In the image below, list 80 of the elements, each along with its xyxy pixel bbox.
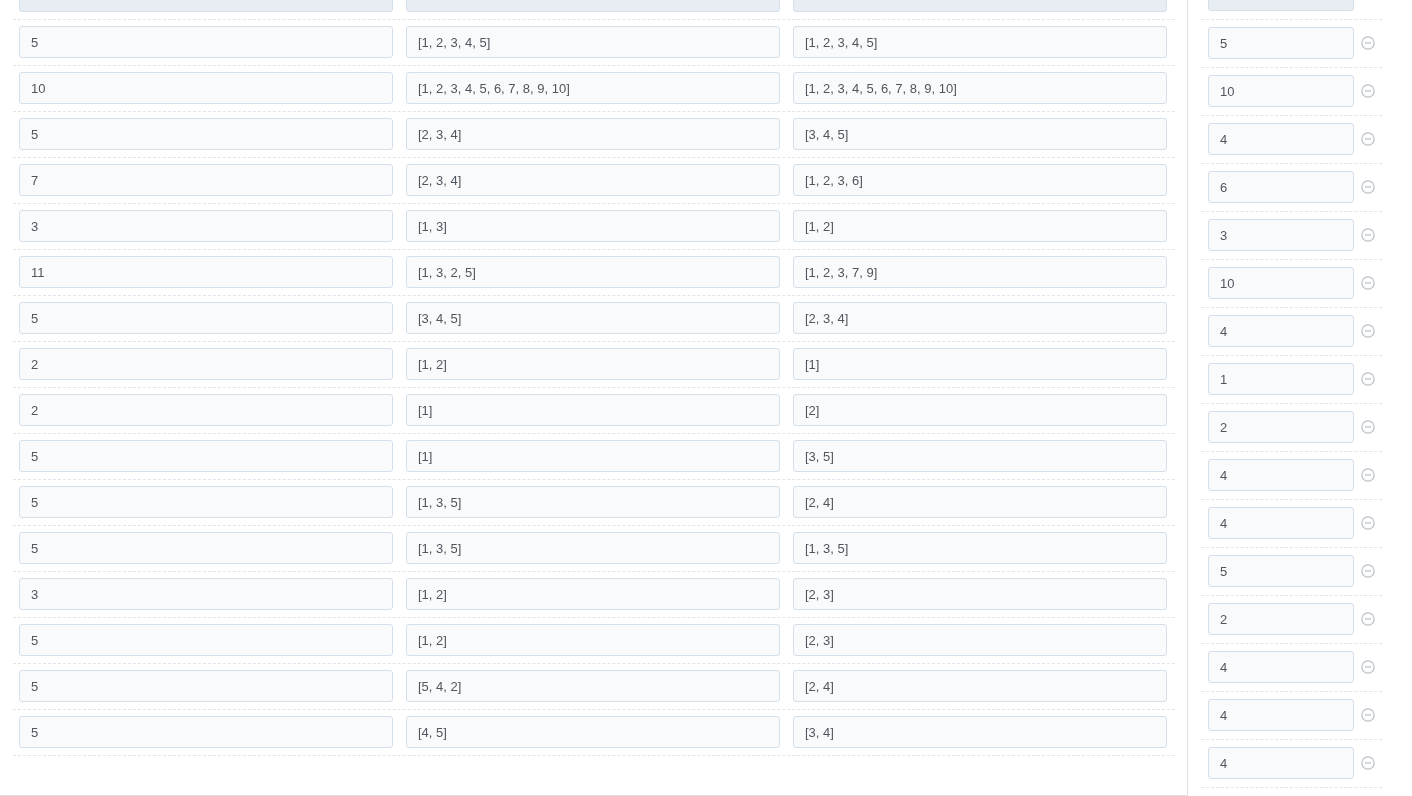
- input-field[interactable]: 5: [19, 716, 393, 748]
- input-field[interactable]: 5: [19, 118, 393, 150]
- input-field[interactable]: 5: [19, 302, 393, 334]
- input-field[interactable]: 2: [1208, 603, 1354, 635]
- input-field[interactable]: 3: [19, 578, 393, 610]
- input-field[interactable]: 5: [19, 532, 393, 564]
- remove-icon[interactable]: [1361, 372, 1375, 386]
- input-field[interactable]: [1, 3]: [406, 210, 780, 242]
- remove-icon[interactable]: [1361, 276, 1375, 290]
- input-field[interactable]: 4: [1208, 651, 1354, 683]
- input-field[interactable]: [1, 2, 3, 6]: [793, 164, 1167, 196]
- input-field[interactable]: [1, 3, 5]: [406, 532, 780, 564]
- remove-icon[interactable]: [1361, 420, 1375, 434]
- input-field[interactable]: [1, 3, 5]: [406, 486, 780, 518]
- input-field[interactable]: [1]: [406, 394, 780, 426]
- remove-icon[interactable]: [1361, 180, 1375, 194]
- remove-icon[interactable]: [1361, 612, 1375, 626]
- input-field[interactable]: 2: [19, 348, 393, 380]
- input-field[interactable]: 5: [1208, 555, 1354, 587]
- input-field[interactable]: 11: [19, 256, 393, 288]
- input-field[interactable]: [2]: [793, 394, 1167, 426]
- input-field[interactable]: 3: [1208, 219, 1354, 251]
- input-field[interactable]: 4: [1208, 699, 1354, 731]
- remove-icon[interactable]: [1361, 516, 1375, 530]
- input-field[interactable]: 5: [1208, 27, 1354, 59]
- input-field[interactable]: 4: [1208, 315, 1354, 347]
- input-field[interactable]: [1, 2]: [793, 210, 1167, 242]
- input-field[interactable]: [1, 2]: [406, 624, 780, 656]
- input-field[interactable]: 1: [1208, 363, 1354, 395]
- input-field[interactable]: 5: [19, 670, 393, 702]
- input-field[interactable]: [1]: [406, 440, 780, 472]
- input-field[interactable]: 10: [1208, 267, 1354, 299]
- input-field[interactable]: [1, 2, 3, 4, 5]: [793, 26, 1167, 58]
- input-field[interactable]: 10: [19, 72, 393, 104]
- input-field[interactable]: [1, 3, 2, 5]: [406, 256, 780, 288]
- input-field[interactable]: [1, 2, 3, 4, 5, 6, 7, 8, 9, 10]: [793, 72, 1167, 104]
- input-field[interactable]: 2: [1208, 411, 1354, 443]
- input-field[interactable]: 4: [1208, 747, 1354, 779]
- remove-icon[interactable]: [1361, 228, 1375, 242]
- input-field[interactable]: [1]: [793, 348, 1167, 380]
- input-field[interactable]: 5: [19, 26, 393, 58]
- input-field[interactable]: [3, 4, 5]: [793, 118, 1167, 150]
- input-field[interactable]: 5: [19, 486, 393, 518]
- remove-icon[interactable]: [1361, 708, 1375, 722]
- remove-icon[interactable]: [1361, 84, 1375, 98]
- input-field[interactable]: [3, 4, 5]: [406, 302, 780, 334]
- input-field[interactable]: [2, 4]: [793, 670, 1167, 702]
- input-field[interactable]: [5, 4, 2]: [406, 670, 780, 702]
- input-field[interactable]: 2: [19, 394, 393, 426]
- input-field[interactable]: 10: [1208, 75, 1354, 107]
- input-field[interactable]: [1, 2]: [406, 348, 780, 380]
- input-field[interactable]: 5: [19, 624, 393, 656]
- remove-icon[interactable]: [1361, 36, 1375, 50]
- remove-icon[interactable]: [1361, 660, 1375, 674]
- input-field[interactable]: [3, 4]: [793, 716, 1167, 748]
- input-field[interactable]: [1, 2, 3, 4, 5]: [406, 26, 780, 58]
- input-field[interactable]: 4: [1208, 507, 1354, 539]
- remove-icon[interactable]: [1361, 756, 1375, 770]
- input-field[interactable]: [2, 4]: [793, 486, 1167, 518]
- input-field[interactable]: 7: [19, 164, 393, 196]
- input-field[interactable]: [2, 3]: [793, 578, 1167, 610]
- input-field[interactable]: [4, 5]: [406, 716, 780, 748]
- input-field[interactable]: 5: [19, 440, 393, 472]
- remove-icon[interactable]: [1361, 564, 1375, 578]
- input-field[interactable]: [2, 3, 4]: [793, 302, 1167, 334]
- input-field[interactable]: 6: [1208, 171, 1354, 203]
- input-field[interactable]: [1, 2, 3, 4, 5, 6, 7, 8, 9, 10]: [406, 72, 780, 104]
- input-field[interactable]: [3, 5]: [793, 440, 1167, 472]
- input-field[interactable]: [2, 3]: [793, 624, 1167, 656]
- input-field[interactable]: [1, 3, 5]: [793, 532, 1167, 564]
- remove-icon[interactable]: [1361, 468, 1375, 482]
- input-field[interactable]: [2, 3, 4]: [406, 118, 780, 150]
- input-field[interactable]: 4: [1208, 459, 1354, 491]
- input-field[interactable]: 3: [19, 210, 393, 242]
- remove-icon[interactable]: [1361, 324, 1375, 338]
- remove-icon[interactable]: [1361, 132, 1375, 146]
- input-field[interactable]: [2, 3, 4]: [406, 164, 780, 196]
- input-field[interactable]: 4: [1208, 123, 1354, 155]
- input-field[interactable]: [1, 2]: [406, 578, 780, 610]
- input-field[interactable]: [1, 2, 3, 7, 9]: [793, 256, 1167, 288]
